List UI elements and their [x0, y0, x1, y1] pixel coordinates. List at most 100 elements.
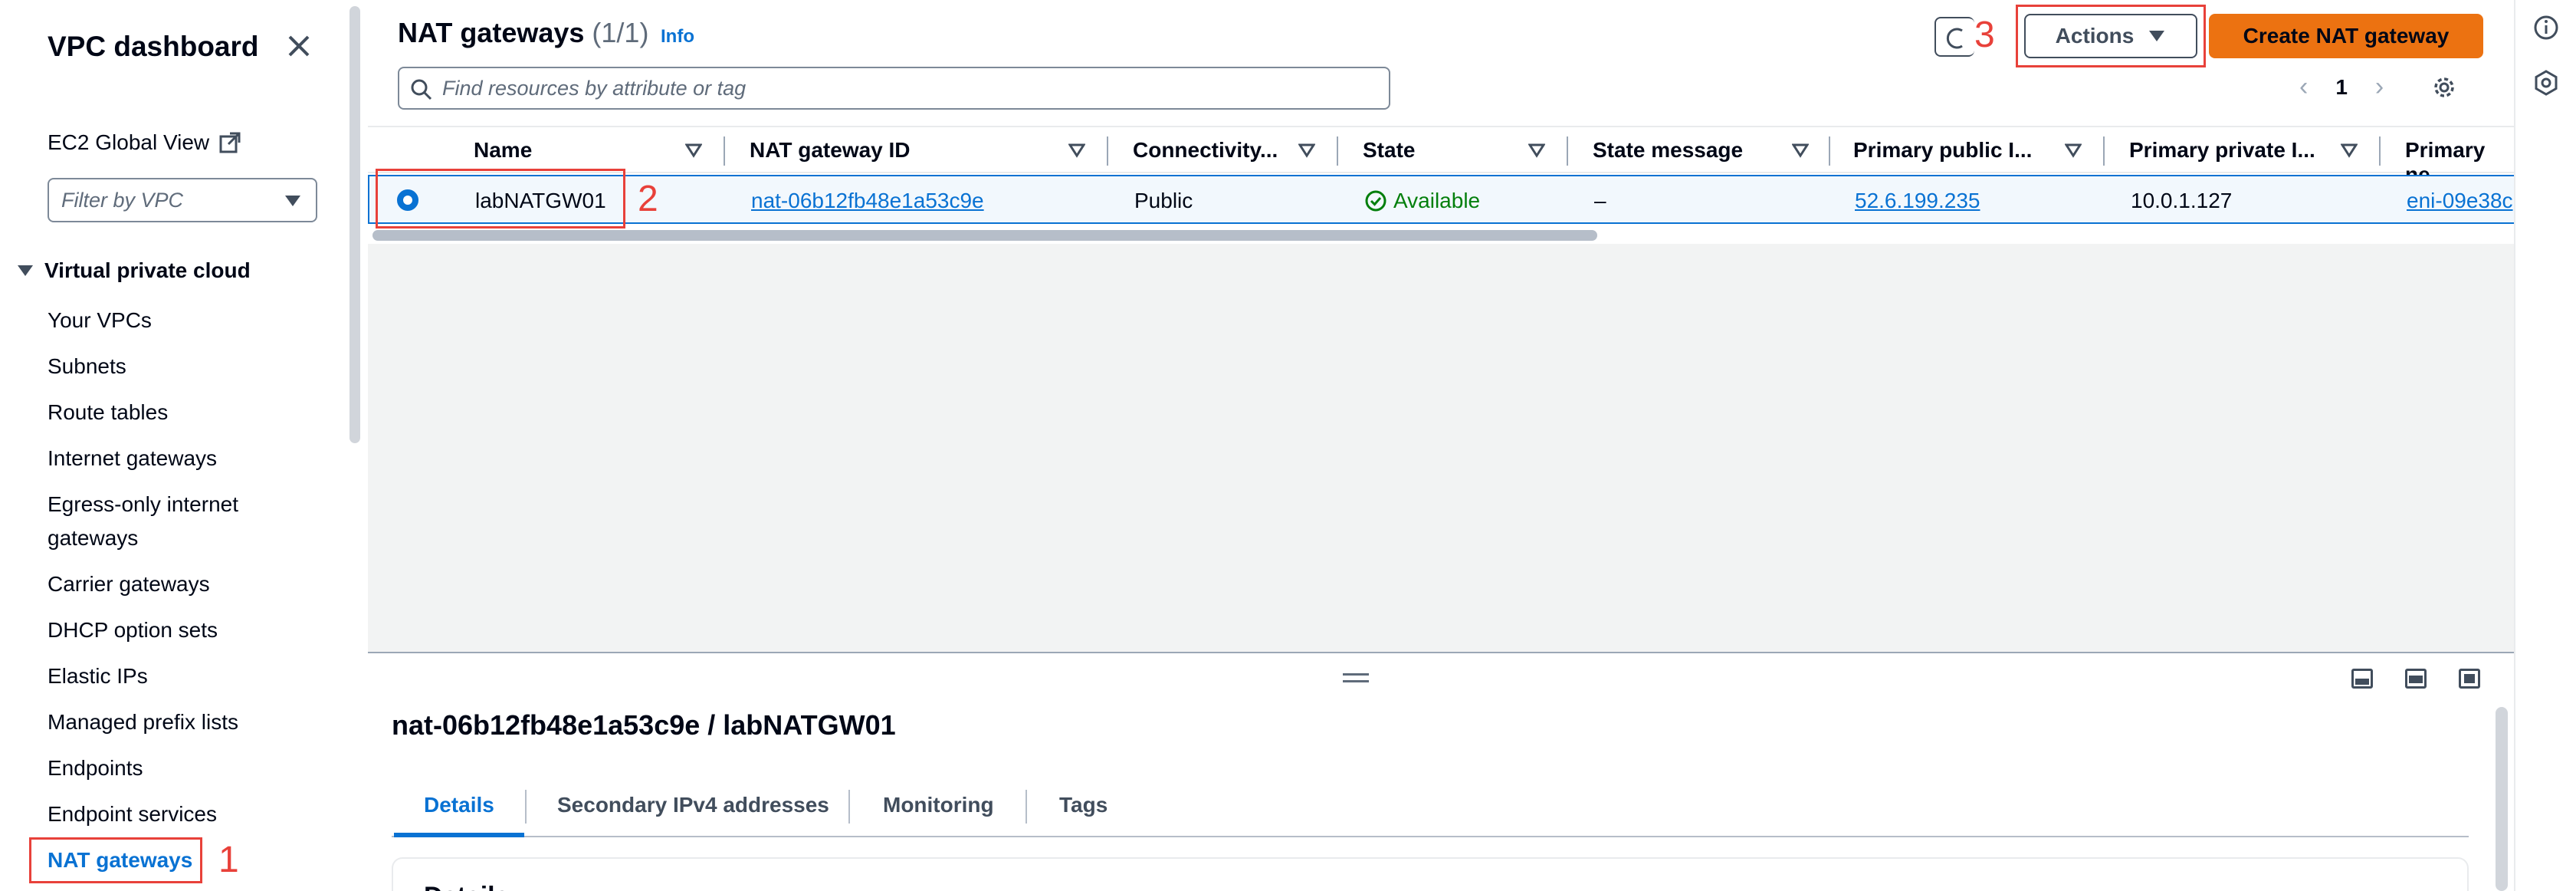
annotation-box-2: [376, 169, 625, 229]
column-divider[interactable]: [1567, 136, 1568, 166]
table-header: Name NAT gateway ID Connectivity... Stat…: [368, 126, 2514, 186]
refresh-button[interactable]: [1934, 17, 1974, 57]
chevron-right-icon[interactable]: ›: [2375, 72, 2384, 102]
split-panel-title: nat-06b12fb48e1a53c9e / labNATGW01: [392, 709, 896, 741]
chevron-left-icon[interactable]: ‹: [2299, 72, 2308, 102]
tab-divider: [848, 790, 850, 824]
annotation-box-1: [29, 837, 202, 883]
tab-details[interactable]: Details: [424, 793, 494, 817]
sidebar-item-elastic-ips[interactable]: Elastic IPs: [48, 659, 148, 693]
sidebar-item-egress-only-internet-gateways[interactable]: Egress-only internet: [48, 488, 238, 521]
column-header-primary-private-ip[interactable]: Primary private I...: [2129, 138, 2315, 163]
sort-icon[interactable]: [1792, 143, 1809, 158]
column-header-name[interactable]: Name: [474, 138, 532, 163]
sidebar-item-endpoints[interactable]: Endpoints: [48, 751, 143, 785]
cell-primary-network-interface-link[interactable]: eni-09e38c: [2407, 189, 2513, 213]
cell-state-label: Available: [1393, 189, 1481, 212]
sidebar-item-endpoint-services[interactable]: Endpoint services: [48, 797, 217, 831]
annotation-number-2: 2: [638, 179, 658, 219]
panel-side-icon[interactable]: [2405, 669, 2427, 689]
details-card-title: Details: [424, 882, 510, 891]
sidebar-item-internet-gateways[interactable]: Internet gateways: [48, 442, 217, 475]
cell-primary-public-ip-link[interactable]: 52.6.199.235: [1855, 189, 1980, 213]
sidebar-item-egress-only-internet-gateways-line2[interactable]: gateways: [48, 521, 138, 555]
column-divider[interactable]: [1337, 136, 1338, 166]
table-empty-area: [368, 244, 2514, 652]
panel-bottom-icon[interactable]: [2351, 669, 2373, 689]
table-horizontal-scrollbar[interactable]: [372, 230, 1597, 241]
active-tab-indicator: [394, 833, 524, 837]
selection-count: (1/1): [592, 17, 649, 48]
caret-down-icon: [18, 265, 33, 276]
column-header-nat-gateway-id[interactable]: NAT gateway ID: [750, 138, 911, 163]
page-title: NAT gateways (1/1): [398, 17, 648, 49]
annotation-number-3: 3: [1974, 15, 1995, 55]
right-utility-rail: [2514, 0, 2576, 891]
column-header-state[interactable]: State: [1363, 138, 1415, 163]
search-input[interactable]: Find resources by attribute or tag: [398, 67, 1390, 110]
tab-secondary-ipv4-addresses[interactable]: Secondary IPv4 addresses: [557, 793, 829, 817]
sidebar-item-carrier-gateways[interactable]: Carrier gateways: [48, 567, 210, 601]
column-divider[interactable]: [1107, 136, 1108, 166]
pagination: ‹ 1 ›: [2299, 72, 2457, 102]
sidebar-item-your-vpcs[interactable]: Your VPCs: [48, 304, 152, 337]
sort-icon[interactable]: [1298, 143, 1315, 158]
column-divider[interactable]: [2103, 136, 2105, 166]
sort-icon[interactable]: [1068, 143, 1085, 158]
sidebar-item-ec2-global-view[interactable]: EC2 Global View: [48, 130, 241, 155]
close-icon[interactable]: [284, 31, 314, 61]
cell-nat-gateway-id-link[interactable]: nat-06b12fb48e1a53c9e: [751, 189, 984, 213]
vpc-filter-select[interactable]: Filter by VPC: [48, 178, 317, 222]
cell-primary-private-ip: 10.0.1.127: [2131, 189, 2233, 212]
split-panel: [368, 652, 2514, 891]
column-divider[interactable]: [1829, 136, 1830, 166]
search-icon: [411, 79, 432, 100]
sort-icon[interactable]: [2065, 143, 2082, 158]
external-link-icon: [219, 132, 241, 153]
cell-state-message: –: [1594, 189, 1606, 212]
sort-icon[interactable]: [1528, 143, 1545, 158]
resize-handle-icon[interactable]: [1343, 673, 1369, 682]
tab-divider: [1025, 790, 1027, 824]
page-title-text: NAT gateways: [398, 17, 585, 48]
info-icon[interactable]: [2532, 14, 2560, 41]
tab-monitoring[interactable]: Monitoring: [883, 793, 994, 817]
detail-tabs: Details Secondary IPv4 addresses Monitor…: [392, 776, 2469, 837]
sidebar-item-subnets[interactable]: Subnets: [48, 350, 126, 383]
sort-icon[interactable]: [685, 143, 702, 158]
sidebar-section-virtual-private-cloud[interactable]: Virtual private cloud: [17, 258, 251, 283]
sidebar-section-label: Virtual private cloud: [44, 258, 251, 282]
sidebar-item-dhcp-option-sets[interactable]: DHCP option sets: [48, 613, 218, 647]
gear-icon[interactable]: [2431, 74, 2457, 100]
page-number[interactable]: 1: [2335, 75, 2348, 100]
annotation-number-1: 1: [218, 840, 239, 880]
sidebar-item-route-tables[interactable]: Route tables: [48, 396, 168, 429]
info-link[interactable]: Info: [661, 26, 694, 48]
column-header-connectivity[interactable]: Connectivity...: [1133, 138, 1278, 163]
column-header-primary-public-ip[interactable]: Primary public I...: [1853, 138, 2032, 163]
sidebar-title: VPC dashboard: [48, 31, 259, 62]
sidebar-item-label: EC2 Global View: [48, 130, 210, 154]
panel-hide-icon[interactable]: [2459, 669, 2480, 689]
details-card: Details: [392, 857, 2469, 891]
vpc-filter-placeholder: Filter by VPC: [61, 188, 184, 212]
column-divider[interactable]: [724, 136, 725, 166]
tab-divider: [525, 790, 527, 824]
sort-icon[interactable]: [2341, 143, 2358, 158]
column-header-state-message[interactable]: State message: [1593, 138, 1743, 163]
search-placeholder: Find resources by attribute or tag: [442, 76, 747, 100]
create-nat-gateway-button[interactable]: Create NAT gateway: [2209, 14, 2483, 58]
check-circle-icon: [1365, 190, 1386, 212]
split-panel-scrollbar[interactable]: [2496, 707, 2508, 891]
sidebar-scrollbar[interactable]: [349, 6, 360, 443]
cell-connectivity: Public: [1134, 189, 1193, 212]
resources-icon[interactable]: [2532, 69, 2560, 97]
sidebar-item-managed-prefix-lists[interactable]: Managed prefix lists: [48, 705, 238, 739]
tab-tags[interactable]: Tags: [1059, 793, 1108, 817]
table-row[interactable]: labNATGW01 nat-06b12fb48e1a53c9e Public …: [368, 175, 2514, 224]
cell-state: Available: [1364, 189, 1480, 213]
annotation-box-3: [2016, 5, 2206, 67]
sort-icon[interactable]: [532, 143, 549, 158]
caret-down-icon: [285, 196, 300, 206]
column-divider[interactable]: [2379, 136, 2381, 166]
